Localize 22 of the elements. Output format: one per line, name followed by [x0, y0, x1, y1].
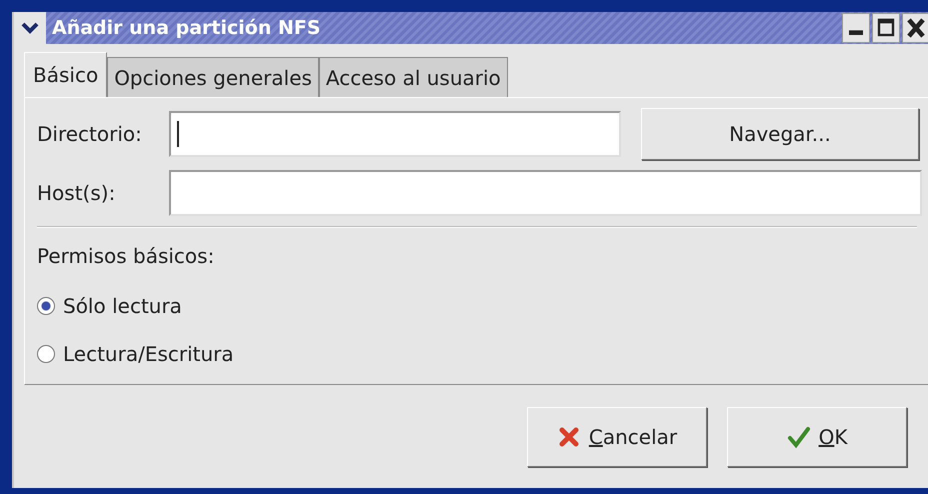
minimize-icon[interactable] — [842, 13, 870, 43]
ok-button[interactable]: OK — [727, 407, 907, 467]
checkmark-icon — [786, 425, 811, 449]
browse-button[interactable]: Navegar... — [641, 108, 919, 160]
hosts-field[interactable] — [169, 170, 922, 216]
tab[interactable]: Acceso al usuario — [318, 57, 508, 97]
chevron-icon[interactable] — [14, 12, 46, 44]
hosts-label: Host(s): — [37, 181, 116, 205]
radio-button[interactable] — [37, 345, 55, 363]
radio-label[interactable]: Sólo lectura — [63, 294, 182, 318]
radio-label[interactable]: Lectura/Escritura — [63, 342, 234, 366]
permissions-heading: Permisos básicos: — [37, 244, 216, 268]
tab[interactable]: Opciones generales — [107, 57, 319, 97]
directory-field[interactable] — [169, 111, 621, 157]
cross-icon — [556, 425, 581, 449]
radio-button[interactable] — [37, 297, 55, 315]
close-icon[interactable] — [902, 13, 928, 43]
maximize-icon[interactable] — [872, 13, 900, 43]
window-title: Añadir una partición NFS — [52, 17, 322, 39]
cancel-button[interactable]: Cancelar — [527, 407, 707, 467]
directory-label: Directorio: — [37, 122, 143, 146]
tab[interactable]: Básico — [24, 52, 108, 97]
